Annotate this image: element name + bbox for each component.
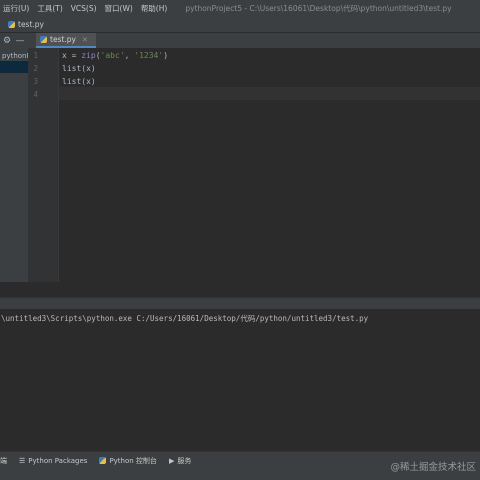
tool-services[interactable]: ▶ 服务: [169, 456, 191, 466]
line-number: 2: [33, 64, 38, 73]
python-console-label: Python 控制台: [109, 456, 157, 465]
tab-label: test.py: [50, 35, 76, 44]
breadcrumb-file: test.py: [18, 20, 44, 29]
navigation-bar: test.py: [0, 17, 480, 33]
menu-run[interactable]: 运行(U): [0, 3, 33, 14]
code-token-string: 'abc': [100, 51, 125, 60]
code-line-2: list(x): [62, 64, 96, 73]
menu-tools[interactable]: 工具(T): [33, 3, 66, 14]
code-token-string: '1234': [134, 51, 164, 60]
breadcrumb[interactable]: test.py: [0, 20, 44, 29]
code-token: ): [163, 51, 169, 60]
code-token-builtin: zip: [81, 51, 96, 60]
window-title: pythonProject5 - C:\Users\16061\Desktop\…: [185, 4, 452, 13]
line-number: 4: [33, 90, 38, 99]
code-editor[interactable]: x = zip('abc', '1234') list(x) list(x): [59, 48, 480, 282]
tab-test-py[interactable]: test.py ✕: [36, 33, 96, 48]
editor-tab-bar: ⚙ — test.py ✕: [0, 33, 480, 49]
minimize-icon[interactable]: —: [14, 35, 26, 47]
menu-help[interactable]: 帮助(H): [137, 3, 172, 14]
python-file-icon: [40, 36, 47, 43]
watermark: @稀土掘金技术社区: [390, 462, 476, 473]
code-line-3: list(x): [62, 77, 96, 86]
console-command-line: \untitled3\Scripts\python.exe C:/Users/1…: [1, 314, 369, 323]
line-number: 1: [33, 51, 38, 60]
menu-window[interactable]: 窗口(W): [101, 3, 137, 14]
project-root-item[interactable]: pythonPr: [0, 52, 28, 60]
python-icon: [99, 457, 107, 464]
python-file-icon: [8, 21, 15, 28]
code-line-1: x = zip('abc', '1234'): [62, 51, 168, 60]
terminal-label: 端: [0, 456, 7, 465]
line-number: 3: [33, 77, 38, 86]
panel-splitter[interactable]: [0, 282, 480, 297]
editor-gutter: 1 2 3 4: [28, 48, 59, 282]
layers-icon: ☰: [19, 456, 26, 465]
code-token: ,: [124, 51, 135, 60]
caret-line-highlight: [59, 87, 480, 100]
gear-icon[interactable]: ⚙: [1, 35, 13, 47]
tool-python-packages[interactable]: ☰ Python Packages: [19, 457, 87, 465]
tool-python-console[interactable]: Python 控制台: [99, 456, 157, 466]
project-selection[interactable]: [0, 61, 28, 73]
services-label: 服务: [177, 456, 192, 465]
run-console[interactable]: \untitled3\Scripts\python.exe C:/Users/1…: [0, 309, 480, 451]
play-icon: ▶: [168, 456, 175, 465]
project-panel: pythonPr: [0, 48, 28, 296]
menu-bar: 运行(U) 工具(T) VCS(S) 窗口(W) 帮助(H) pythonPro…: [0, 0, 480, 18]
menu-vcs[interactable]: VCS(S): [67, 4, 101, 13]
code-token: x =: [62, 51, 82, 60]
close-icon[interactable]: ✕: [82, 36, 88, 44]
python-packages-label: Python Packages: [28, 456, 88, 465]
tool-terminal[interactable]: 端: [0, 456, 7, 466]
